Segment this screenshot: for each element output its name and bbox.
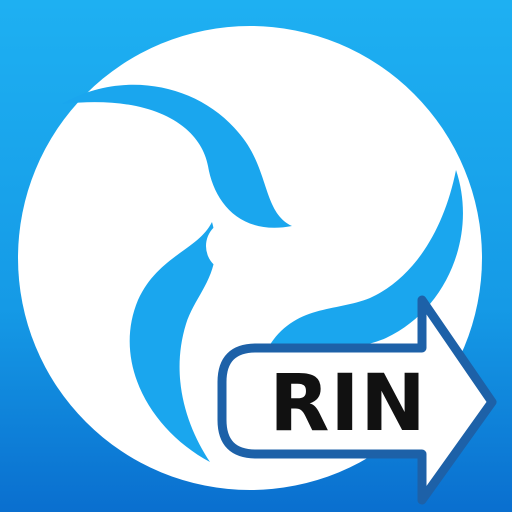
app-icon[interactable]: RIN — [0, 0, 512, 512]
badge-label: RIN — [269, 359, 426, 449]
swirl-hub — [206, 220, 258, 272]
app-icon-graphic: RIN — [0, 0, 512, 512]
